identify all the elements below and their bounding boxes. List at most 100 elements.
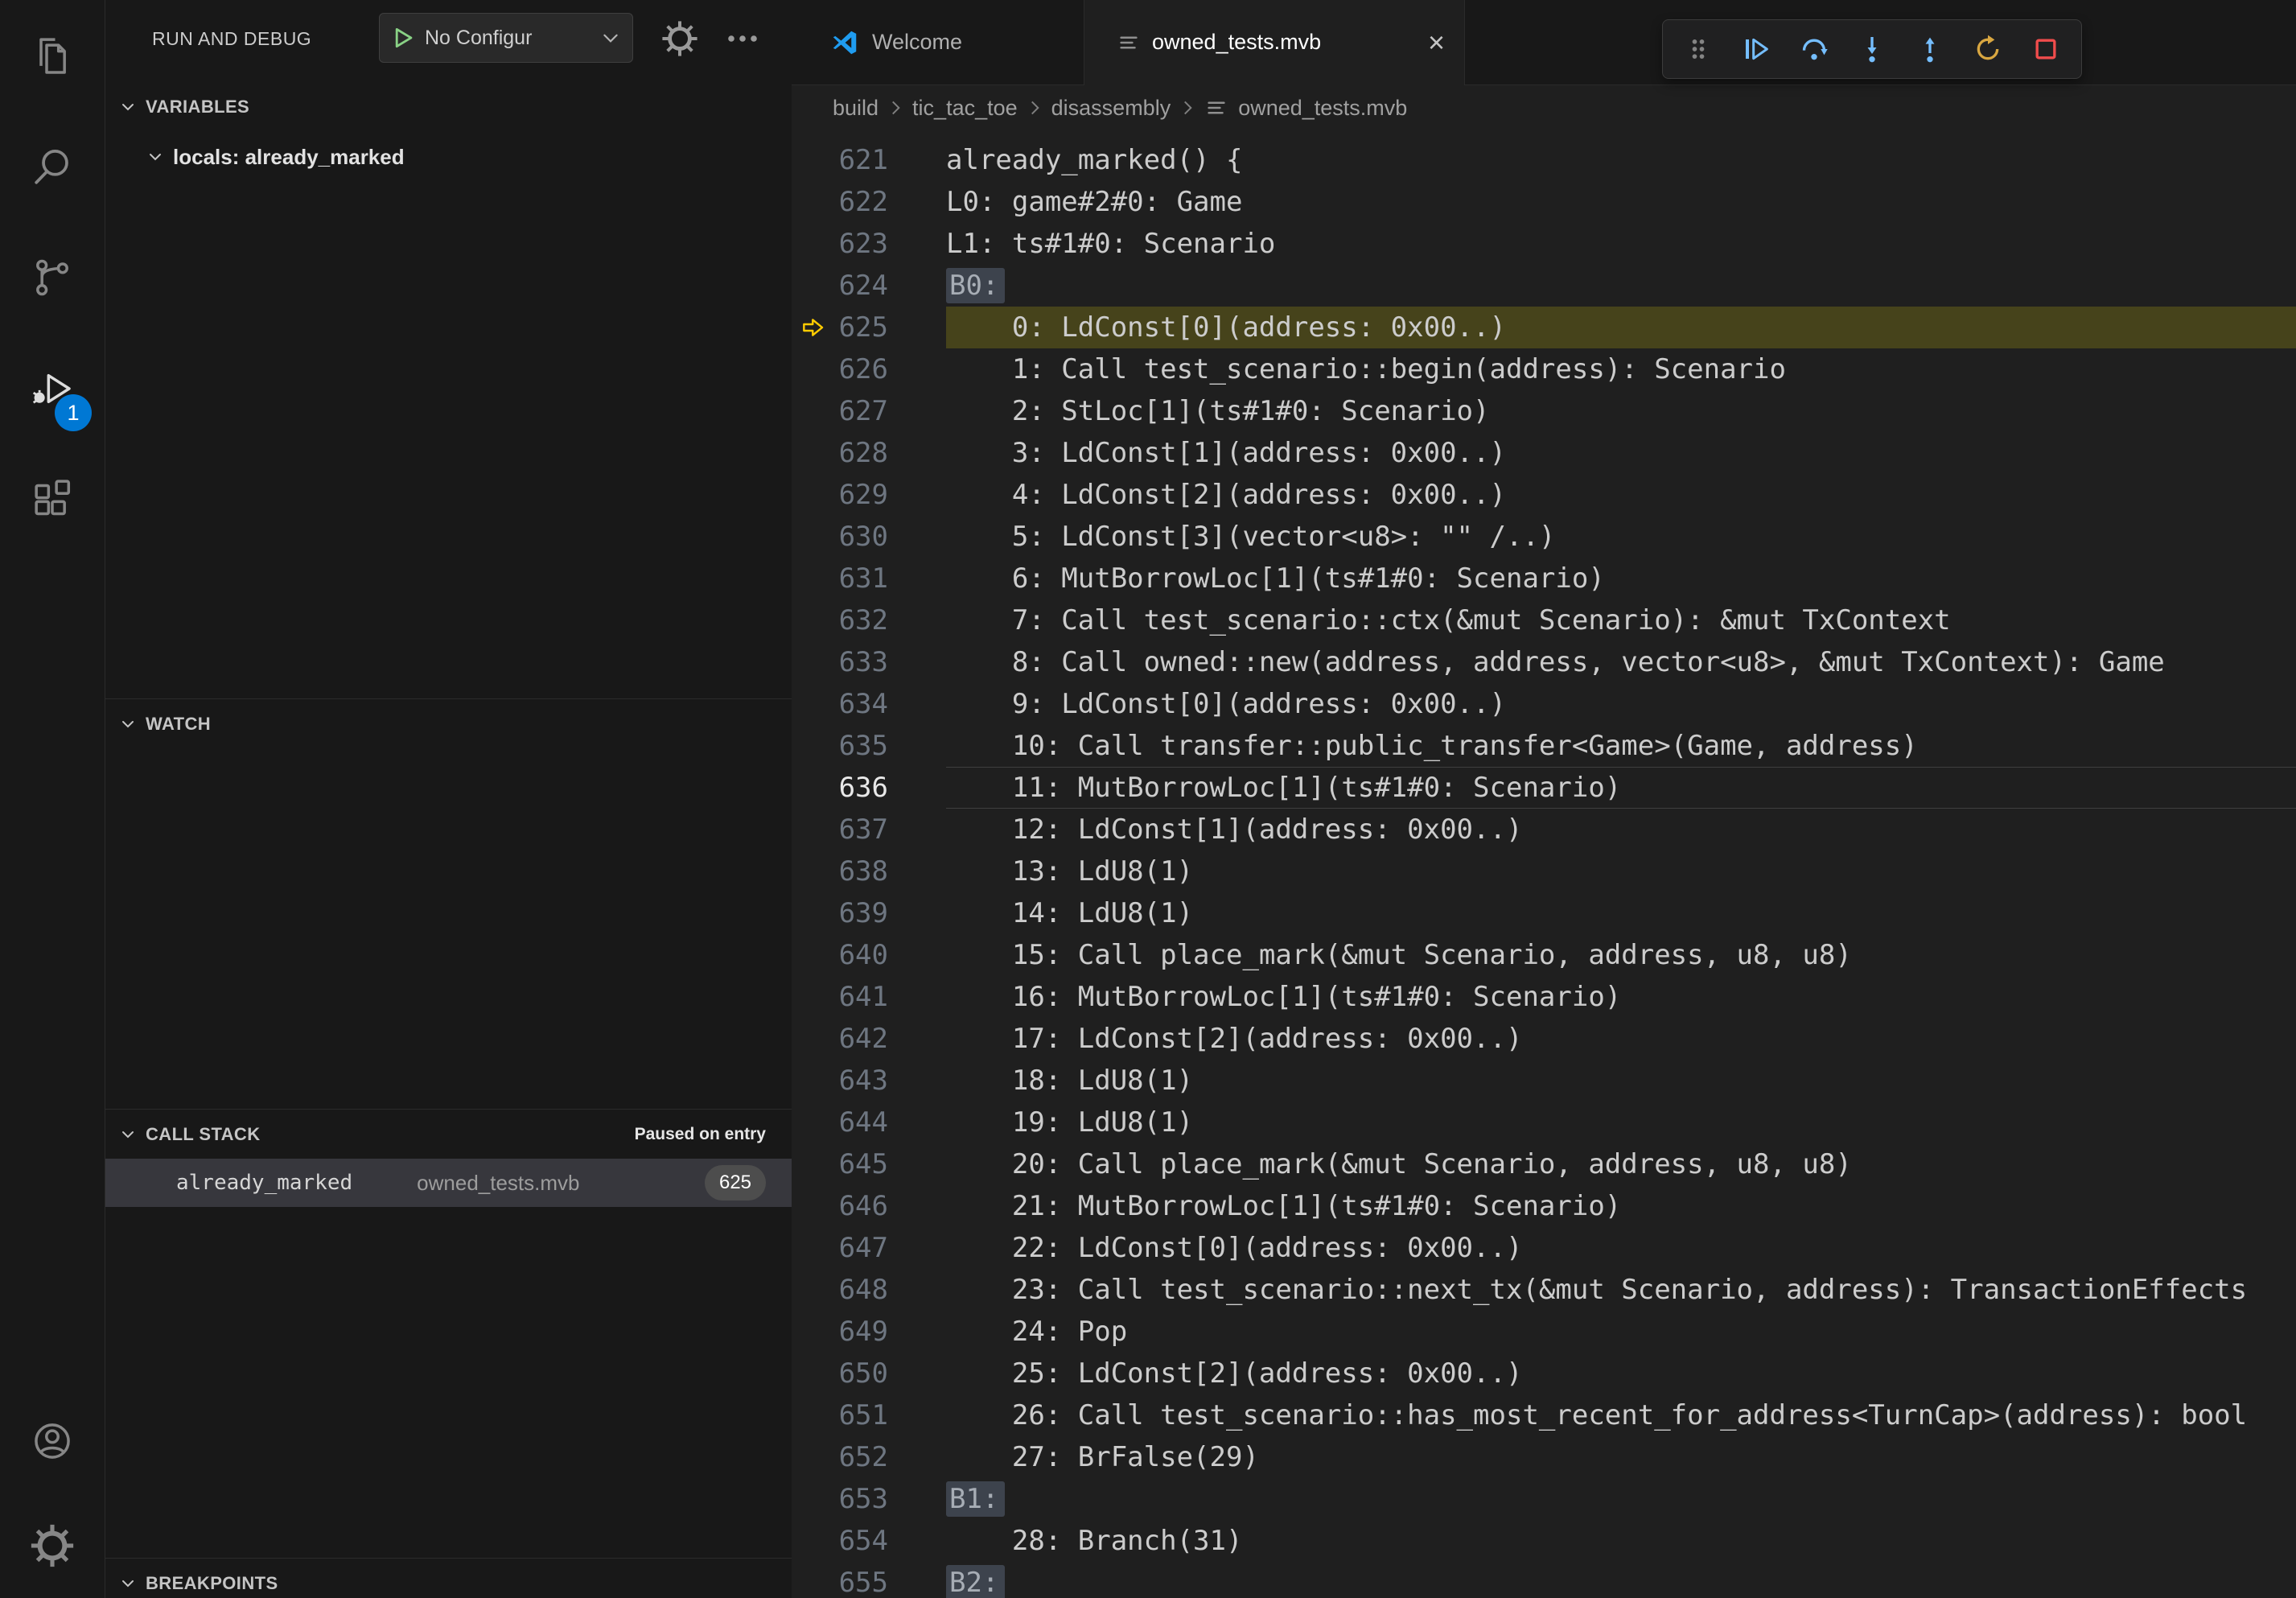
gutter-line-625[interactable]: 625 — [792, 307, 946, 348]
line-content[interactable]: 20: Call place_mark(&mut Scenario, addre… — [946, 1143, 2296, 1185]
activity-item-explorer[interactable] — [0, 0, 105, 111]
variables-section-header[interactable]: VARIABLES — [105, 82, 792, 132]
gutter-line-650[interactable]: 650 — [792, 1353, 946, 1394]
code-line-625[interactable]: 625 0: LdConst[0](address: 0x00..) — [792, 307, 2296, 348]
debug-configuration-dropdown[interactable]: No Configur — [379, 13, 633, 63]
gutter-line-655[interactable]: 655 — [792, 1562, 946, 1598]
line-content[interactable]: 16: MutBorrowLoc[1](ts#1#0: Scenario) — [946, 976, 2296, 1018]
code-line-645[interactable]: 645 20: Call place_mark(&mut Scenario, a… — [792, 1143, 2296, 1185]
line-content[interactable]: 21: MutBorrowLoc[1](ts#1#0: Scenario) — [946, 1185, 2296, 1227]
gutter-line-642[interactable]: 642 — [792, 1018, 946, 1060]
code-line-638[interactable]: 638 13: LdU8(1) — [792, 850, 2296, 892]
code-line-653[interactable]: 653B1: — [792, 1478, 2296, 1520]
code-line-632[interactable]: 632 7: Call test_scenario::ctx(&mut Scen… — [792, 599, 2296, 641]
more-actions-icon[interactable] — [723, 19, 762, 58]
gutter-line-646[interactable]: 646 — [792, 1185, 946, 1227]
line-content[interactable]: 26: Call test_scenario::has_most_recent_… — [946, 1394, 2296, 1436]
code-line-651[interactable]: 651 26: Call test_scenario::has_most_rec… — [792, 1394, 2296, 1436]
gutter-line-624[interactable]: 624 — [792, 265, 946, 307]
breadcrumb-item-file[interactable]: owned_tests.mvb — [1204, 96, 1407, 121]
code-line-648[interactable]: 648 23: Call test_scenario::next_tx(&mut… — [792, 1269, 2296, 1311]
activity-item-run-and-debug[interactable]: 1 — [0, 333, 105, 444]
breadcrumb-item-build[interactable]: build — [833, 96, 878, 121]
code-line-646[interactable]: 646 21: MutBorrowLoc[1](ts#1#0: Scenario… — [792, 1185, 2296, 1227]
line-content[interactable]: 11: MutBorrowLoc[1](ts#1#0: Scenario) — [946, 767, 2296, 809]
code-line-630[interactable]: 630 5: LdConst[3](vector<u8>: "" /..) — [792, 516, 2296, 558]
line-content[interactable]: 5: LdConst[3](vector<u8>: "" /..) — [946, 516, 2296, 558]
line-content[interactable]: B2: — [946, 1562, 2296, 1598]
code-line-650[interactable]: 650 25: LdConst[2](address: 0x00..) — [792, 1353, 2296, 1394]
code-line-623[interactable]: 623L1: ts#1#0: Scenario — [792, 223, 2296, 265]
gutter-line-648[interactable]: 648 — [792, 1269, 946, 1311]
activity-item-extensions[interactable] — [0, 444, 105, 555]
gutter-line-630[interactable]: 630 — [792, 516, 946, 558]
close-tab-icon[interactable]: × — [1428, 28, 1445, 57]
gutter-line-626[interactable]: 626 — [792, 348, 946, 390]
line-content[interactable]: B1: — [946, 1478, 2296, 1520]
gutter-line-643[interactable]: 643 — [792, 1060, 946, 1102]
tab-welcome[interactable]: Welcome — [792, 0, 1084, 84]
debug-settings-gear-icon[interactable] — [660, 19, 699, 58]
code-line-622[interactable]: 622L0: game#2#0: Game — [792, 181, 2296, 223]
line-content[interactable]: 27: BrFalse(29) — [946, 1436, 2296, 1478]
code-line-654[interactable]: 654 28: Branch(31) — [792, 1520, 2296, 1562]
gutter-line-652[interactable]: 652 — [792, 1436, 946, 1478]
gutter-line-633[interactable]: 633 — [792, 641, 946, 683]
code-line-636[interactable]: 636 11: MutBorrowLoc[1](ts#1#0: Scenario… — [792, 767, 2296, 809]
code-line-639[interactable]: 639 14: LdU8(1) — [792, 892, 2296, 934]
code-line-626[interactable]: 626 1: Call test_scenario::begin(address… — [792, 348, 2296, 390]
step-out-button[interactable] — [1901, 24, 1959, 74]
activity-item-settings[interactable] — [0, 1493, 105, 1598]
code-line-642[interactable]: 642 17: LdConst[2](address: 0x00..) — [792, 1018, 2296, 1060]
activity-item-account[interactable] — [0, 1389, 105, 1493]
line-content[interactable]: 0: LdConst[0](address: 0x00..) — [946, 307, 2296, 348]
step-over-button[interactable] — [1785, 24, 1843, 74]
gutter-line-631[interactable]: 631 — [792, 558, 946, 599]
toolbar-drag-handle[interactable] — [1669, 24, 1727, 74]
stop-button[interactable] — [2017, 24, 2075, 74]
activity-item-search[interactable] — [0, 111, 105, 222]
code-line-634[interactable]: 634 9: LdConst[0](address: 0x00..) — [792, 683, 2296, 725]
line-content[interactable]: 25: LdConst[2](address: 0x00..) — [946, 1353, 2296, 1394]
line-content[interactable]: 6: MutBorrowLoc[1](ts#1#0: Scenario) — [946, 558, 2296, 599]
code-line-629[interactable]: 629 4: LdConst[2](address: 0x00..) — [792, 474, 2296, 516]
line-content[interactable]: 12: LdConst[1](address: 0x00..) — [946, 809, 2296, 850]
gutter-line-636[interactable]: 636 — [792, 767, 946, 809]
line-content[interactable]: 14: LdU8(1) — [946, 892, 2296, 934]
step-into-button[interactable] — [1843, 24, 1901, 74]
line-content[interactable]: 19: LdU8(1) — [946, 1102, 2296, 1143]
breakpoints-section-header[interactable]: BREAKPOINTS — [105, 1558, 792, 1598]
breadcrumb-item-disassembly[interactable]: disassembly — [1051, 96, 1171, 121]
line-content[interactable]: 10: Call transfer::public_transfer<Game>… — [946, 725, 2296, 767]
watch-section-header[interactable]: WATCH — [105, 698, 792, 748]
code-line-627[interactable]: 627 2: StLoc[1](ts#1#0: Scenario) — [792, 390, 2296, 432]
code-line-655[interactable]: 655B2: — [792, 1562, 2296, 1598]
gutter-line-634[interactable]: 634 — [792, 683, 946, 725]
gutter-line-654[interactable]: 654 — [792, 1520, 946, 1562]
gutter-line-644[interactable]: 644 — [792, 1102, 946, 1143]
gutter-line-647[interactable]: 647 — [792, 1227, 946, 1269]
restart-button[interactable] — [1959, 24, 2017, 74]
gutter-line-641[interactable]: 641 — [792, 976, 946, 1018]
code-line-652[interactable]: 652 27: BrFalse(29) — [792, 1436, 2296, 1478]
gutter-line-629[interactable]: 629 — [792, 474, 946, 516]
gutter-line-651[interactable]: 651 — [792, 1394, 946, 1436]
line-content[interactable]: 18: LdU8(1) — [946, 1060, 2296, 1102]
code-line-641[interactable]: 641 16: MutBorrowLoc[1](ts#1#0: Scenario… — [792, 976, 2296, 1018]
code-line-647[interactable]: 647 22: LdConst[0](address: 0x00..) — [792, 1227, 2296, 1269]
code-line-633[interactable]: 633 8: Call owned::new(address, address,… — [792, 641, 2296, 683]
code-line-644[interactable]: 644 19: LdU8(1) — [792, 1102, 2296, 1143]
gutter-line-640[interactable]: 640 — [792, 934, 946, 976]
line-content[interactable]: 17: LdConst[2](address: 0x00..) — [946, 1018, 2296, 1060]
gutter-line-635[interactable]: 635 — [792, 725, 946, 767]
gutter-line-637[interactable]: 637 — [792, 809, 946, 850]
line-content[interactable]: 15: Call place_mark(&mut Scenario, addre… — [946, 934, 2296, 976]
code-line-640[interactable]: 640 15: Call place_mark(&mut Scenario, a… — [792, 934, 2296, 976]
code-editor[interactable]: 621already_marked() {622L0: game#2#0: Ga… — [792, 130, 2296, 1598]
line-content[interactable]: 22: LdConst[0](address: 0x00..) — [946, 1227, 2296, 1269]
gutter-line-628[interactable]: 628 — [792, 432, 946, 474]
start-debug-icon[interactable] — [389, 24, 417, 51]
line-content[interactable]: L0: game#2#0: Game — [946, 181, 2296, 223]
code-line-624[interactable]: 624B0: — [792, 265, 2296, 307]
breadcrumb-item-tic-tac-toe[interactable]: tic_tac_toe — [912, 96, 1018, 121]
